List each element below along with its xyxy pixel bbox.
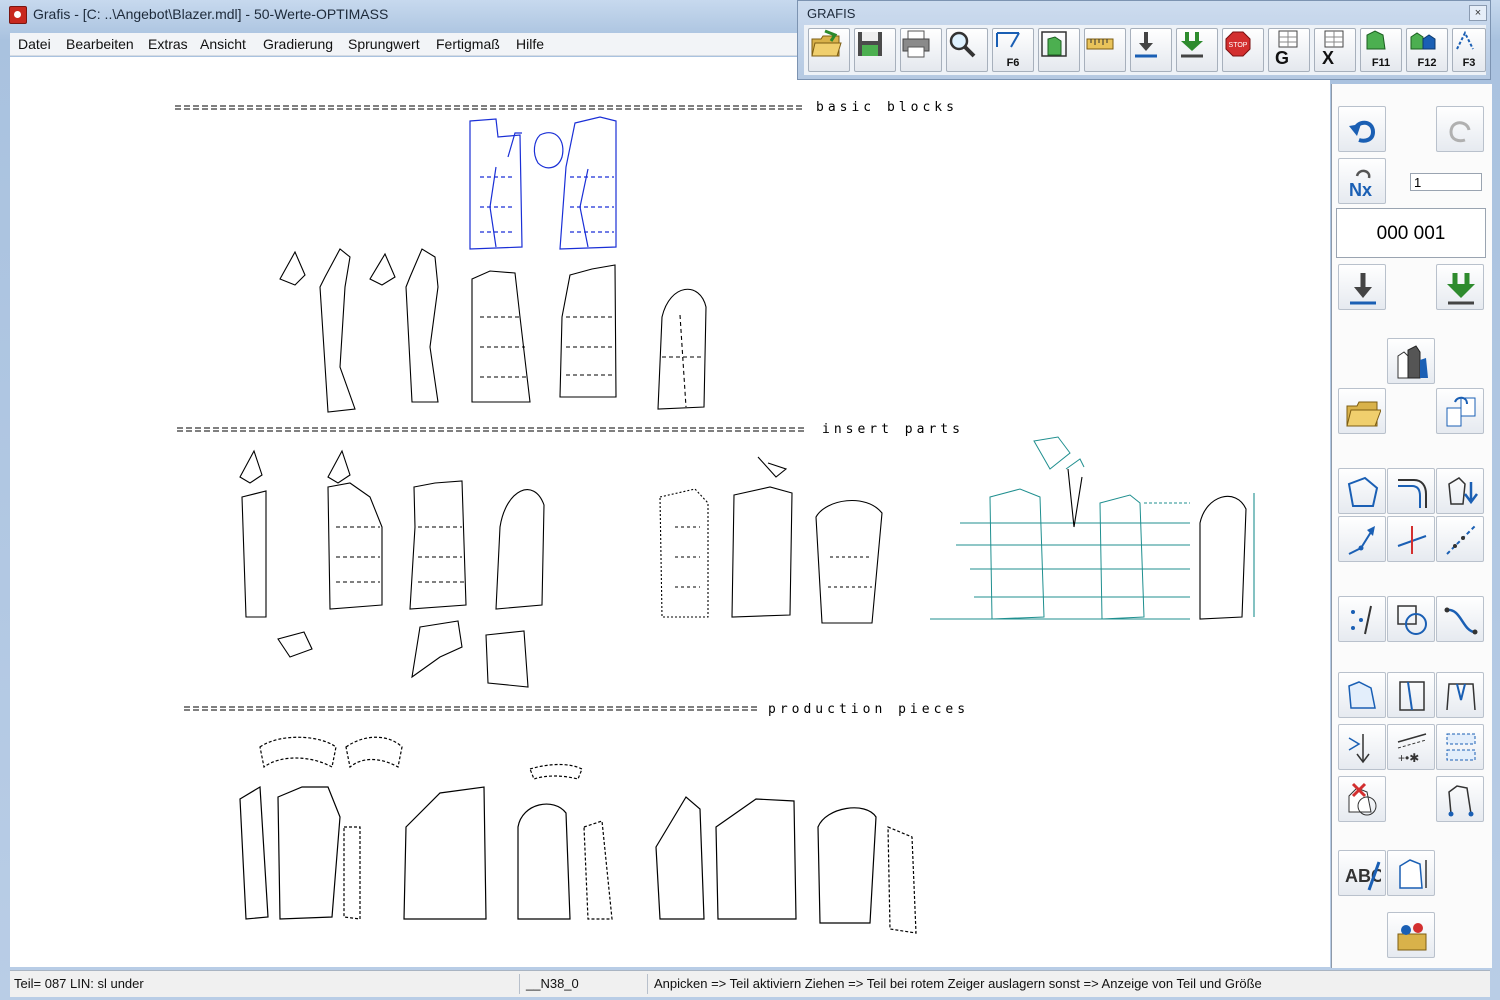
x-table-label: X xyxy=(1321,48,1334,68)
part-set-icon[interactable] xyxy=(1387,338,1435,384)
perpendicular-icon[interactable] xyxy=(1387,516,1435,562)
production-pieces xyxy=(239,736,917,934)
zoom-icon[interactable] xyxy=(946,28,988,72)
download-multi-icon[interactable] xyxy=(1436,264,1484,310)
part-frame-icon[interactable] xyxy=(1038,28,1080,72)
download-arrow-icon[interactable] xyxy=(1338,264,1386,310)
repeat-nx-icon[interactable]: Nx xyxy=(1338,158,1386,204)
menu-ansicht[interactable]: Ansicht xyxy=(200,36,246,52)
curve-icon[interactable] xyxy=(1436,596,1484,642)
menu-bar: Datei Bearbeiten Extras Ansicht Gradieru… xyxy=(10,33,798,56)
insert-parts-pieces xyxy=(239,449,883,688)
app-icon xyxy=(9,6,27,24)
grafis-toolbar-window: GRAFIS × F6 STOP G X F11 F12 F3 xyxy=(797,0,1491,80)
menu-hilfe[interactable]: Hilfe xyxy=(516,36,544,52)
section-insert-parts-header: insert parts xyxy=(177,422,964,437)
undo-icon[interactable] xyxy=(1338,106,1386,152)
basic-block-pieces xyxy=(279,248,707,413)
line-arrow-icon[interactable] xyxy=(1338,516,1386,562)
f12-icon[interactable]: F12 xyxy=(1406,28,1448,72)
menu-sprungwert[interactable]: Sprungwert xyxy=(348,36,420,52)
drawing-canvas[interactable]: basic blocks insert parts production pie… xyxy=(10,57,1330,967)
g-table-icon[interactable]: G xyxy=(1268,28,1310,72)
open-folder-icon[interactable] xyxy=(1338,388,1386,434)
piece-measure-icon[interactable] xyxy=(1387,850,1435,896)
f12-label: F12 xyxy=(1417,57,1437,69)
toolbar-button-row: F6 STOP G X F11 F12 F3 xyxy=(804,25,1486,75)
download-arrow-icon[interactable] xyxy=(1130,28,1172,72)
repeat-count-field[interactable]: 1 xyxy=(1410,173,1482,191)
f6-label: F6 xyxy=(1006,57,1020,69)
seam-icon[interactable] xyxy=(1436,724,1484,770)
dart-icon[interactable] xyxy=(1436,672,1484,718)
f11-icon[interactable]: F11 xyxy=(1360,28,1402,72)
f11-label: F11 xyxy=(1371,57,1391,69)
sewing-kit-icon[interactable] xyxy=(1387,912,1435,958)
delete-part-icon[interactable] xyxy=(1338,776,1386,822)
toolbar-title: GRAFIS xyxy=(807,6,856,21)
svg-text:+•✱: +•✱ xyxy=(1398,751,1419,765)
measure-tape-icon[interactable] xyxy=(1084,28,1126,72)
save-icon[interactable] xyxy=(854,28,896,72)
menu-bearbeiten[interactable]: Bearbeiten xyxy=(66,36,134,52)
f6-tool-icon[interactable]: F6 xyxy=(992,28,1034,72)
print-icon[interactable] xyxy=(900,28,942,72)
menu-extras[interactable]: Extras xyxy=(148,36,188,52)
grain-arrow-icon[interactable] xyxy=(1338,724,1386,770)
section-basic-blocks-header: basic blocks xyxy=(175,100,958,115)
section-label-production-pieces: production pieces xyxy=(768,702,969,717)
f3-label: F3 xyxy=(1462,57,1476,69)
pattern-drawing: basic blocks insert parts production pie… xyxy=(175,100,1255,934)
menu-datei[interactable]: Datei xyxy=(18,36,51,52)
stop-icon[interactable]: STOP xyxy=(1222,28,1264,72)
notch-icon[interactable]: +•✱ xyxy=(1387,724,1435,770)
svg-text:STOP: STOP xyxy=(1229,42,1248,49)
menu-gradierung[interactable]: Gradierung xyxy=(263,36,333,52)
menu-fertigmass[interactable]: Fertigmaß xyxy=(436,36,500,52)
move-down-icon[interactable] xyxy=(1436,468,1484,514)
f3-icon[interactable]: F3 xyxy=(1452,28,1486,72)
status-hint: Anpicken => Teil aktiviern Ziehen => Tei… xyxy=(654,976,1262,991)
section-label-insert-parts: insert parts xyxy=(822,422,964,437)
svg-text:Nx: Nx xyxy=(1349,180,1372,200)
window-title: Grafis - [C: ..\Angebot\Blazer.mdl] - 50… xyxy=(33,6,389,22)
contour-icon[interactable] xyxy=(1436,776,1484,822)
g-table-label: G xyxy=(1274,48,1289,68)
blue-basic-block xyxy=(469,116,617,250)
download-multi-icon[interactable] xyxy=(1176,28,1218,72)
status-bar: Teil= 087 LIN: sl under __N38_0 Anpicken… xyxy=(10,970,1490,997)
panel-icon[interactable] xyxy=(1387,672,1435,718)
teal-construction xyxy=(930,436,1190,620)
tool-panel: Nx 1 000 001 +•✱ ABC xyxy=(1331,84,1492,968)
text-abc-icon[interactable]: ABC xyxy=(1338,850,1386,896)
points-icon[interactable] xyxy=(1338,596,1386,642)
shape-icon[interactable] xyxy=(1338,468,1386,514)
toolbar-close-button[interactable]: × xyxy=(1469,5,1487,21)
open-folder-icon[interactable] xyxy=(808,28,850,72)
curve-corner-icon[interactable] xyxy=(1387,468,1435,514)
application-window: Grafis - [C: ..\Angebot\Blazer.mdl] - 50… xyxy=(0,0,1500,1000)
redo-icon[interactable] xyxy=(1436,106,1484,152)
pattern-piece-icon[interactable] xyxy=(1338,672,1386,718)
status-size: __N38_0 xyxy=(522,974,648,994)
section-label-basic-blocks: basic blocks xyxy=(816,100,958,115)
status-part-info: Teil= 087 LIN: sl under xyxy=(10,974,520,994)
dotted-line-icon[interactable] xyxy=(1436,516,1484,562)
x-table-icon[interactable]: X xyxy=(1314,28,1356,72)
circle-icon[interactable] xyxy=(1387,596,1435,642)
part-counter-display: 000 001 xyxy=(1336,208,1486,258)
section-production-pieces-header: production pieces xyxy=(184,702,969,717)
copy-part-icon[interactable] xyxy=(1436,388,1484,434)
